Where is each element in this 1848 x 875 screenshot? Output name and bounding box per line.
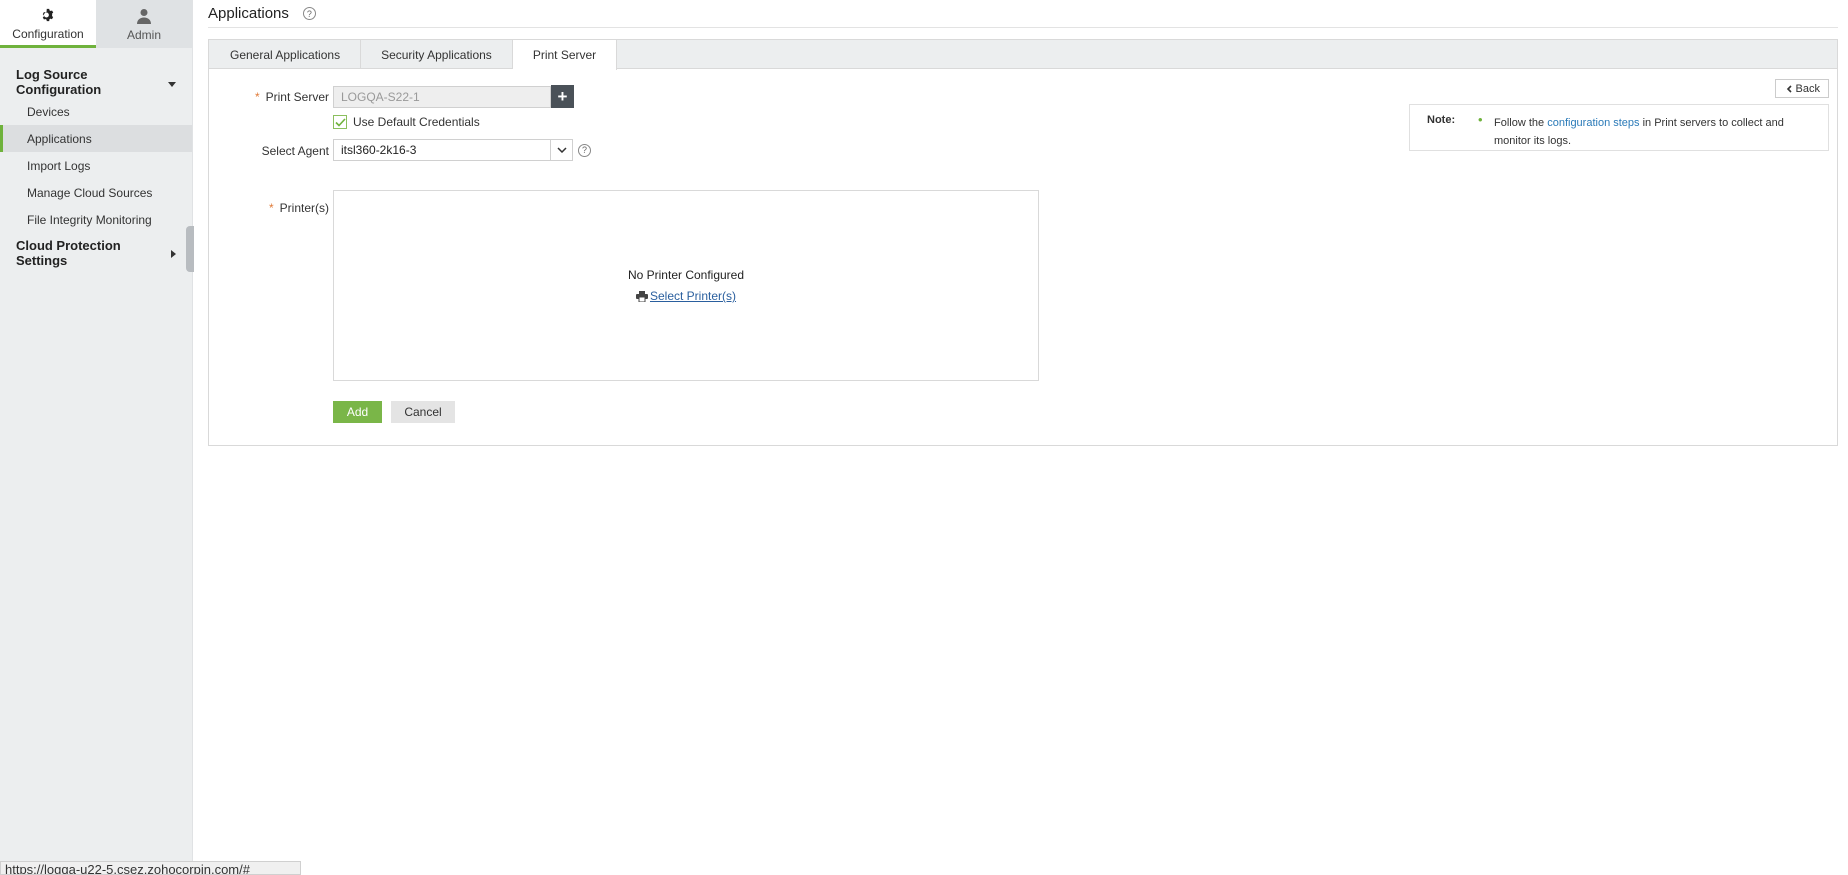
caret-down-icon: [168, 75, 176, 90]
select-printers-link[interactable]: Select Printer(s): [334, 289, 1038, 305]
required-marker: *: [268, 201, 274, 215]
gear-icon: [41, 5, 55, 25]
select-agent-dropdown-toggle[interactable]: [551, 139, 573, 161]
sidebar-item-devices[interactable]: Devices: [0, 98, 192, 125]
sidebar: Configuration Admin Log Source Configura…: [0, 0, 194, 873]
select-agent-help-icon[interactable]: ?: [578, 143, 591, 157]
caret-right-icon: [171, 246, 176, 261]
nav-group-label: Cloud Protection Settings: [16, 238, 121, 268]
main-content: Applications ? General Applications Secu…: [208, 0, 1838, 446]
tab-general-applications[interactable]: General Applications: [210, 40, 362, 69]
cancel-button[interactable]: Cancel: [391, 401, 455, 423]
tab-configuration-label: Configuration: [12, 26, 84, 41]
sidebar-item-applications[interactable]: Applications: [0, 125, 192, 152]
back-button[interactable]: Back: [1774, 79, 1829, 98]
note-text-before: Follow the: [1494, 117, 1548, 129]
tab-configuration[interactable]: Configuration: [0, 0, 96, 48]
sidebar-item-manage-cloud-sources[interactable]: Manage Cloud Sources: [0, 179, 192, 206]
sidebar-nav: Log Source Configuration Devices Applica…: [0, 67, 192, 268]
page-title: Applications: [208, 5, 289, 22]
nav-group-label: Log Source Configuration: [16, 67, 102, 97]
printers-label: * Printer(s): [249, 201, 329, 215]
help-icon[interactable]: ?: [302, 7, 316, 20]
nav-group-cloud-protection-settings[interactable]: Cloud Protection Settings: [0, 238, 192, 268]
select-agent-label: Select Agent: [261, 144, 329, 158]
sidebar-item-file-integrity-monitoring[interactable]: File Integrity Monitoring: [0, 206, 192, 233]
chevron-left-icon: [1786, 84, 1792, 93]
tab-admin[interactable]: Admin: [96, 0, 192, 48]
sidebar-collapse-handle[interactable]: [186, 226, 194, 272]
tab-print-server[interactable]: Print Server: [512, 40, 618, 70]
configuration-steps-link[interactable]: configuration steps: [1547, 117, 1639, 129]
required-marker: *: [254, 90, 260, 104]
print-server-label: * Print Server: [249, 90, 329, 104]
note-label: Note:: [1427, 114, 1456, 126]
printers-label-text: Printer(s): [279, 201, 329, 215]
tab-security-applications[interactable]: Security Applications: [361, 40, 513, 69]
tab-bar: General Applications Security Applicatio…: [209, 40, 1837, 70]
select-printers-link-text: Select Printer(s): [649, 289, 737, 303]
note-text: Follow the configuration steps in Print …: [1494, 114, 1814, 150]
print-server-input[interactable]: LOGQA-S22-1: [333, 85, 551, 108]
use-default-credentials-label: Use Default Credentials: [353, 115, 480, 129]
page-header: Applications ?: [208, 0, 1838, 28]
no-printer-message: No Printer Configured: [627, 268, 745, 282]
add-button[interactable]: Add: [333, 401, 382, 423]
tab-admin-label: Admin: [126, 28, 161, 42]
print-server-row: LOGQA-S22-1 +: [333, 85, 574, 108]
plus-icon: +: [557, 86, 568, 106]
sidebar-top-tabs: Configuration Admin: [0, 0, 192, 48]
use-default-credentials-row: Use Default Credentials: [333, 115, 480, 129]
user-icon: [137, 6, 151, 26]
use-default-credentials-checkbox[interactable]: [333, 115, 347, 129]
applications-panel: General Applications Security Applicatio…: [208, 39, 1838, 446]
check-icon: [334, 117, 346, 127]
bullet-icon: •: [1478, 112, 1483, 127]
select-agent-dropdown[interactable]: itsl360-2k16-3: [333, 139, 551, 161]
nav-group-log-source-configuration[interactable]: Log Source Configuration: [0, 67, 192, 97]
select-agent-row: itsl360-2k16-3 ?: [333, 139, 591, 161]
printer-icon: [635, 291, 648, 305]
print-server-label-text: Print Server: [265, 90, 329, 104]
sidebar-item-import-logs[interactable]: Import Logs: [0, 152, 192, 179]
note-box: Note: • Follow the configuration steps i…: [1409, 104, 1829, 151]
chevron-down-icon: [556, 147, 567, 153]
back-button-label: Back: [1795, 82, 1820, 95]
printers-box: No Printer Configured Select Printer(s): [333, 190, 1039, 381]
add-print-server-button[interactable]: +: [551, 85, 574, 108]
